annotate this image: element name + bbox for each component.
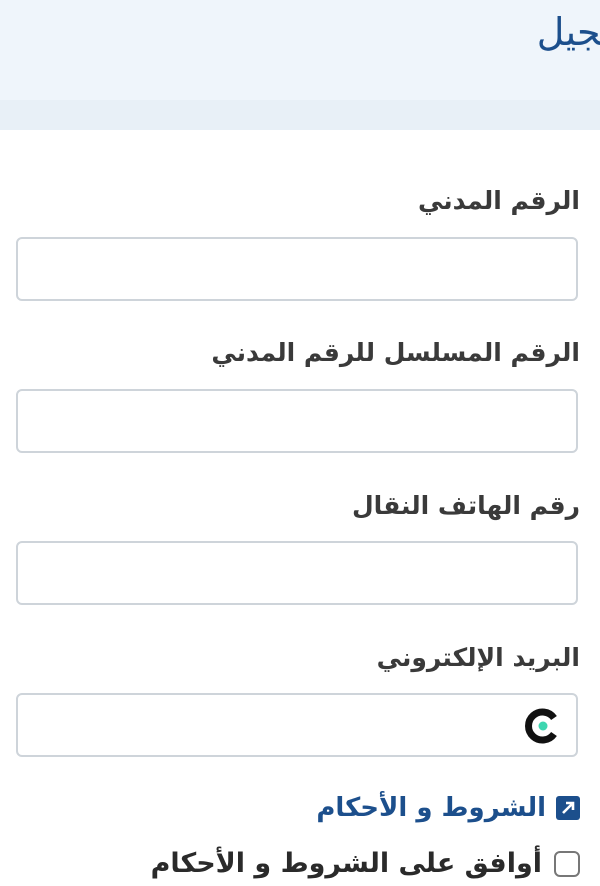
civil-id-input[interactable] [16, 237, 578, 301]
page-title: تسجيل [536, 10, 600, 54]
agree-terms-label: أوافق على الشروط و الأحكام [150, 848, 542, 879]
header-divider [0, 100, 600, 130]
page-header: تسجيل [0, 0, 600, 100]
external-link-icon [556, 796, 580, 820]
terms-link[interactable]: الشروط و الأحكام [316, 790, 580, 826]
email-label: البريد الإلكتروني [376, 643, 580, 672]
civil-id-label: الرقم المدني [417, 186, 580, 215]
civil-id-serial-input[interactable] [16, 389, 578, 453]
email-input[interactable] [16, 693, 578, 757]
agree-terms-row[interactable]: أوافق على الشروط و الأحكام [151, 846, 580, 882]
terms-link-label: الشروط و الأحكام [316, 793, 546, 823]
mobile-input[interactable] [16, 541, 578, 605]
agree-terms-checkbox[interactable] [554, 851, 580, 877]
civil-id-serial-label: الرقم المسلسل للرقم المدني [211, 338, 580, 367]
password-manager-icon[interactable] [524, 707, 562, 745]
mobile-label: رقم الهاتف النقال [351, 491, 580, 520]
